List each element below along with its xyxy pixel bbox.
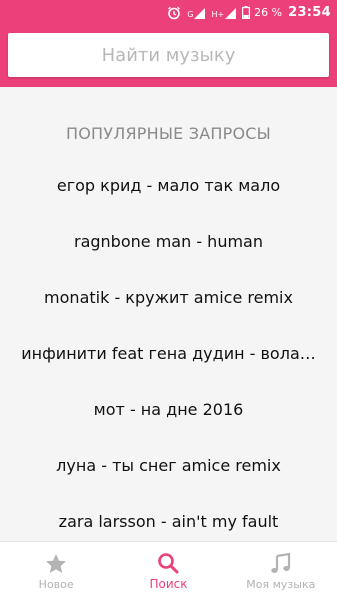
alarm-icon bbox=[167, 6, 181, 20]
music-note-icon bbox=[269, 552, 293, 576]
search-header bbox=[0, 25, 337, 87]
nav-new-label: Новое bbox=[38, 577, 74, 591]
popular-query-item[interactable]: егор крид - мало так мало bbox=[0, 158, 337, 214]
nav-search-label: Поиск bbox=[149, 577, 188, 591]
nav-new[interactable]: Новое bbox=[0, 542, 112, 600]
signal-icon-2 bbox=[225, 7, 237, 19]
signal-hplus: H+ bbox=[211, 6, 237, 19]
bottom-navigation: Новое Поиск Моя музыка bbox=[0, 541, 337, 600]
popular-query-item[interactable]: инфинити feat гена дудин - вола… bbox=[0, 326, 337, 382]
popular-query-item[interactable]: ragnbone man - human bbox=[0, 214, 337, 270]
signal-icon bbox=[194, 7, 206, 19]
nav-my-music[interactable]: Моя музыка bbox=[225, 542, 337, 600]
star-icon bbox=[44, 552, 68, 576]
nav-my-music-label: Моя музыка bbox=[246, 577, 316, 591]
signal-g: G bbox=[187, 6, 206, 19]
popular-query-item[interactable]: мот - на дне 2016 bbox=[0, 382, 337, 438]
search-input[interactable] bbox=[8, 43, 329, 67]
nav-search[interactable]: Поиск bbox=[112, 542, 224, 600]
network-label: G bbox=[187, 10, 194, 19]
popular-query-item[interactable]: monatik - кружит amice remix bbox=[0, 270, 337, 326]
search-box[interactable] bbox=[8, 33, 329, 77]
status-bar: G H+ 26 % 23:54 bbox=[0, 0, 337, 25]
battery-icon bbox=[242, 6, 251, 19]
popular-query-item[interactable]: луна - ты снег amice remix bbox=[0, 438, 337, 494]
search-icon bbox=[156, 551, 180, 575]
popular-queries-list: егор крид - мало так мало ragnbone man -… bbox=[0, 158, 337, 550]
popular-queries-title: ПОПУЛЯРНЫЕ ЗАПРОСЫ bbox=[66, 124, 271, 143]
network-label-2: H+ bbox=[211, 10, 225, 19]
status-time: 23:54 bbox=[288, 5, 331, 20]
battery-percent: 26 % bbox=[254, 6, 283, 19]
